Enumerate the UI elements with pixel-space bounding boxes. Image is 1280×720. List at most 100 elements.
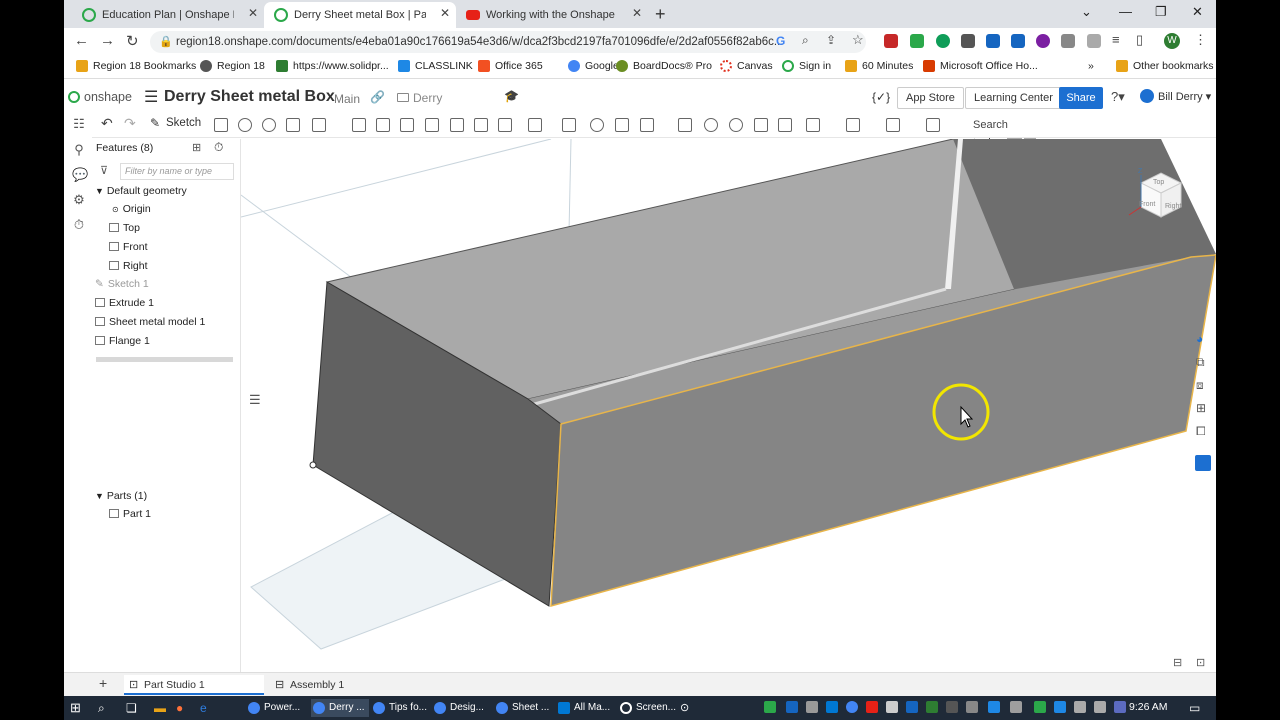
mail-tray-icon[interactable] xyxy=(806,701,818,713)
pdf-tool-extension-icon[interactable] xyxy=(1011,34,1025,48)
delete-face-icon[interactable] xyxy=(729,118,743,132)
taskbar-app-tips[interactable]: Tips fo... xyxy=(371,699,427,717)
graphics-viewport[interactable]: Top Front Right Z ◕ ⧉ ⧈ ⊞ ⧠ ☰ ⊟ ⊡ xyxy=(241,139,1216,672)
chevron-down-icon[interactable]: ▼ xyxy=(95,186,104,196)
address-bar[interactable]: 🔒 region18.onshape.com/documents/e4eba01… xyxy=(150,31,866,53)
bookmark-region-18[interactable]: Region 18 xyxy=(200,60,265,72)
kebab-menu-icon[interactable]: ⋮ xyxy=(1194,32,1207,48)
rib-icon[interactable] xyxy=(425,118,439,132)
onshape-logo[interactable]: onshape xyxy=(68,90,132,104)
rollback-bar[interactable] xyxy=(96,357,233,362)
v-extension-icon[interactable] xyxy=(986,34,1000,48)
extrude-icon[interactable] xyxy=(214,118,228,132)
variables-icon[interactable]: ⚲ xyxy=(72,142,86,158)
bookmark-60-minutes[interactable]: 60 Minutes xyxy=(845,60,913,72)
files-tray-icon[interactable] xyxy=(886,701,898,713)
bookmark-other-bookmarks[interactable]: Other bookmarks xyxy=(1116,60,1214,72)
replace-face-icon[interactable] xyxy=(778,118,792,132)
fit-view-icon[interactable]: ⊡ xyxy=(1196,656,1205,669)
bookmark-google[interactable]: Google xyxy=(568,60,619,72)
bookmark-canvas[interactable]: Canvas xyxy=(720,60,773,72)
taskbar-app-derry[interactable]: Derry ... xyxy=(311,699,369,717)
chevron-down-icon[interactable]: ▼ xyxy=(95,491,104,501)
bookmark-solidprofessor[interactable]: https://www.solidpr... xyxy=(276,60,389,72)
sheet-metal-icon[interactable] xyxy=(846,118,860,132)
loft-icon[interactable] xyxy=(286,118,300,132)
bookmark-region-18-bookmarks[interactable]: Region 18 Bookmarks xyxy=(76,60,196,72)
tab-search-chevron-icon[interactable]: ⌄ xyxy=(1081,4,1092,20)
hamburger-menu-icon[interactable]: ☰ xyxy=(144,87,158,107)
history-icon[interactable]: ⏱ xyxy=(72,217,86,233)
taskbar-app-design[interactable]: Desig... xyxy=(432,699,484,717)
search-icon[interactable]: ⌕ xyxy=(98,699,105,717)
bookmark-sign-in[interactable]: Sign in xyxy=(782,60,831,72)
language-tray-icon[interactable] xyxy=(1114,701,1126,713)
shell-icon[interactable] xyxy=(450,118,464,132)
add-element-icon[interactable]: + xyxy=(99,675,107,691)
transform-icon[interactable] xyxy=(640,118,654,132)
minimize-icon[interactable]: — xyxy=(1119,4,1132,19)
sketch-button[interactable]: ✎ Sketch xyxy=(150,116,201,130)
shield-extension-icon[interactable] xyxy=(1061,34,1075,48)
feature-right-plane[interactable]: Right xyxy=(109,260,148,272)
appearance-icon[interactable]: ◕ xyxy=(1196,332,1203,346)
revolve-icon[interactable] xyxy=(238,118,252,132)
close-icon[interactable]: ✕ xyxy=(248,6,258,20)
forward-arrow-icon[interactable]: → xyxy=(100,32,115,49)
redo-icon[interactable]: ↷ xyxy=(124,115,136,132)
document-folder[interactable]: Derry xyxy=(397,91,442,105)
pattern-icon[interactable] xyxy=(528,118,542,132)
close-icon[interactable]: ✕ xyxy=(440,6,450,20)
branch-label[interactable]: Main xyxy=(334,92,360,106)
window-close-icon[interactable]: ✕ xyxy=(1192,4,1203,20)
back-arrow-icon[interactable]: ← xyxy=(74,32,89,49)
link-icon[interactable]: 🔗 xyxy=(370,90,385,104)
onshape-tray-icon[interactable] xyxy=(764,701,776,713)
flat-view-icon[interactable]: ⧠ xyxy=(1196,424,1206,439)
mk-icon[interactable] xyxy=(1195,455,1211,471)
chamfer-icon[interactable] xyxy=(376,118,390,132)
rollback-timer-icon[interactable]: ⏱ xyxy=(214,140,223,155)
edge-icon[interactable]: e xyxy=(200,699,207,717)
bookmark-microsoft-office-home[interactable]: Microsoft Office Ho... xyxy=(923,60,1038,72)
feature-origin[interactable]: ⊙ Origin xyxy=(112,203,151,215)
parts-icon[interactable]: ⚙ xyxy=(72,192,86,208)
feature-list-icon[interactable]: ☷ xyxy=(72,116,86,132)
grammarly-extension-icon[interactable] xyxy=(936,34,950,48)
feature-sketch-1[interactable]: ✎ Sketch 1 xyxy=(95,278,149,290)
volume-tray-icon[interactable] xyxy=(1094,701,1106,713)
move-face-icon[interactable] xyxy=(754,118,768,132)
feature-filter-input[interactable]: Filter by name or type xyxy=(120,163,234,180)
tool-tray-icon[interactable] xyxy=(906,701,918,713)
view-cube[interactable]: Top Front Right Z xyxy=(1121,165,1191,235)
sweep-icon[interactable] xyxy=(262,118,276,132)
taskbar-app-all-mail[interactable]: All Ma... xyxy=(556,699,610,717)
new-tab-button[interactable]: + xyxy=(655,4,666,25)
restore-icon[interactable]: ❐ xyxy=(1155,4,1167,20)
windows-start-icon[interactable]: ⊞ xyxy=(70,699,81,717)
notifications-icon[interactable]: ▭ xyxy=(1189,699,1200,717)
onshape-extension-icon[interactable] xyxy=(910,34,924,48)
acrobat-tray-icon[interactable] xyxy=(866,701,878,713)
app-store-button[interactable]: App Store xyxy=(897,87,964,109)
reading-list-icon[interactable]: ≡ xyxy=(1112,32,1120,47)
browser-tab-derry-sheet-metal-box[interactable]: Derry Sheet metal Box | Part Stud ✕ xyxy=(264,2,456,28)
tab-part-studio-1[interactable]: ⊡ Part Studio 1 xyxy=(124,675,264,695)
thread-icon[interactable] xyxy=(498,118,512,132)
learning-center-button[interactable]: Learning Center xyxy=(965,87,1062,109)
undo-icon[interactable]: ↶ xyxy=(101,115,113,132)
fillet-icon[interactable] xyxy=(352,118,366,132)
task-view-icon[interactable]: ❏ xyxy=(126,699,137,717)
view-cube-icon[interactable] xyxy=(1121,165,1191,235)
app-tray-icon[interactable] xyxy=(946,701,958,713)
mass-properties-icon[interactable]: ⊞ xyxy=(1196,401,1206,415)
measure-icon[interactable]: ⧈ xyxy=(1196,378,1204,393)
parts-group[interactable]: ▼ Parts (1) xyxy=(95,490,147,502)
modify-fillet-icon[interactable] xyxy=(704,118,718,132)
feature-flange-1[interactable]: Flange 1 xyxy=(95,335,150,347)
close-icon[interactable]: ✕ xyxy=(632,6,642,20)
more-bookmarks-chevron[interactable]: » xyxy=(1088,60,1094,72)
document-title[interactable]: Derry Sheet metal Box xyxy=(164,88,335,106)
taskbar-app-screen[interactable]: Screen... xyxy=(618,699,676,717)
app-tray-icon-3[interactable] xyxy=(988,701,1000,713)
